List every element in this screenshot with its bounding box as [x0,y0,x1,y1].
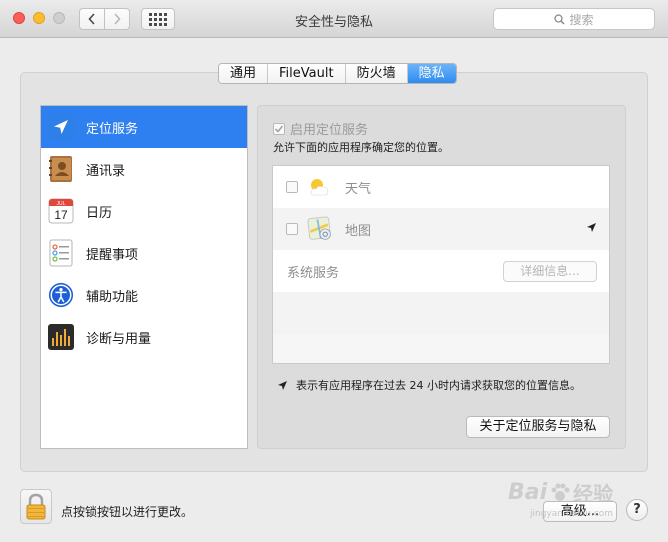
checkmark-icon [274,124,284,133]
list-item: 地图 [273,208,609,250]
list-item: 天气 [273,166,609,208]
sidebar-item-label: 诊断与用量 [86,331,152,347]
watermark-text: Bai [508,480,548,505]
reminders-list-icon [48,239,74,267]
tab-firewall[interactable]: 防火墙 [345,64,408,83]
sidebar-item-label: 日历 [86,205,113,221]
location-app-list: 天气 地图 系统服务 详细信息... [272,165,610,364]
legend-text: 表示有应用程序在过去 24 小时内请求获取您的位置信息。 [296,379,581,392]
location-legend: 表示有应用程序在过去 24 小时内请求获取您的位置信息。 [277,377,581,393]
location-arrow-icon [278,380,287,390]
sidebar-item-location-services[interactable]: 定位服务 [41,106,247,148]
privacy-category-list: 定位服务 通讯录 JUL 17 日历 提醒事项 辅助功能 诊断与用量 [40,105,248,449]
magnifier-icon [554,13,566,25]
calendar-icon: JUL 17 [48,198,74,224]
maps-checkbox[interactable] [286,223,298,235]
lock-hint: 点按锁按钮以进行更改。 [61,505,194,519]
details-button[interactable]: 详细信息... [503,260,597,282]
system-services-row: 系统服务 详细信息... [273,250,609,292]
sidebar-item-label: 辅助功能 [86,289,139,305]
app-name: 地图 [345,223,372,239]
tab-filevault[interactable]: FileVault [268,64,346,83]
contacts-book-icon [48,156,74,182]
search-field[interactable]: 搜索 [493,8,655,30]
enable-location-label: 启用定位服务 [290,123,369,138]
tab-privacy[interactable]: 隐私 [407,64,456,83]
system-services-label: 系统服务 [287,265,340,281]
calendar-month: JUL [57,201,66,207]
maps-icon [307,216,333,242]
tab-general[interactable]: 通用 [219,64,269,83]
sidebar-item-label: 通讯录 [86,163,126,179]
tab-bar: 通用 FileVault 防火墙 隐私 [218,63,457,84]
about-location-privacy-button[interactable]: 关于定位服务与隐私 [466,416,610,438]
empty-row [273,292,609,334]
lock-button[interactable] [20,489,52,524]
sidebar-item-contacts[interactable]: 通讯录 [41,148,247,190]
sidebar-item-reminders[interactable]: 提醒事项 [41,232,247,274]
weather-checkbox[interactable] [286,181,298,193]
weather-sun-cloud-icon [307,174,333,200]
search-placeholder: 搜索 [569,12,594,27]
sidebar-item-label: 提醒事项 [86,247,139,263]
sidebar-item-calendar[interactable]: JUL 17 日历 [41,190,247,232]
location-arrow-icon [48,114,74,140]
sidebar-item-diagnostics[interactable]: 诊断与用量 [41,316,247,358]
diagnostics-icon [48,324,74,350]
enable-location-checkbox[interactable]: 启用定位服务 [273,119,368,138]
watermark-url: jingyan.baidu.com [530,509,614,519]
checkbox-box [273,122,285,135]
recent-location-arrow-icon [586,222,597,237]
title-bar: 安全性与隐私 搜索 [0,0,668,38]
accessibility-icon [48,282,74,308]
calendar-day: 17 [54,208,68,222]
location-description: 允许下面的应用程序确定您的位置。 [273,141,449,154]
app-name: 天气 [345,181,372,197]
sidebar-item-label: 定位服务 [86,121,139,137]
sidebar-item-accessibility[interactable]: 辅助功能 [41,274,247,316]
help-button[interactable]: ? [626,499,648,521]
padlock-icon [26,493,46,519]
